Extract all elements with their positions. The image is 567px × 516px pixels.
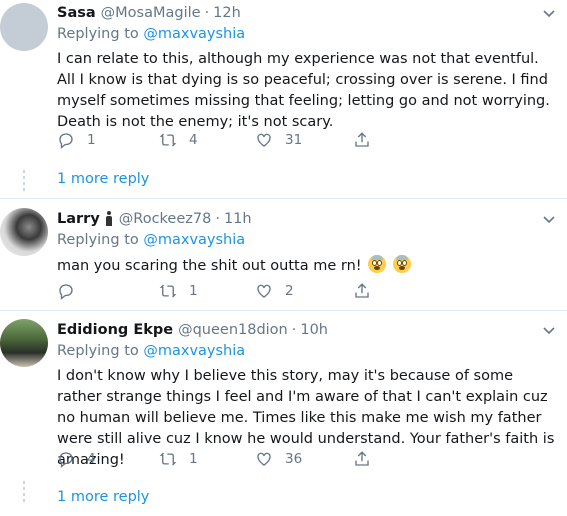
replying-to: Replying to @maxvayshia: [57, 343, 246, 359]
user-handle[interactable]: @Rockeez78: [119, 211, 212, 227]
tweet-edidiong[interactable]: Edidiong Ekpe @queen18dion · 10h Replyin…: [0, 316, 567, 516]
chevron-down-icon[interactable]: [541, 5, 557, 21]
reply-button[interactable]: 4: [57, 450, 96, 468]
tweet-sasa[interactable]: Sasa @MosaMagile · 12h Replying to @maxv…: [0, 0, 567, 205]
like-count: 36: [285, 451, 303, 467]
separator-dot: ·: [291, 322, 297, 338]
like-button[interactable]: 36: [255, 450, 302, 468]
timestamp[interactable]: 11h: [224, 211, 252, 227]
display-name[interactable]: Edidiong Ekpe: [57, 322, 173, 338]
share-button[interactable]: [353, 282, 371, 300]
share-icon: [355, 283, 369, 298]
reply-count: 4: [87, 451, 96, 467]
retweet-icon: [159, 452, 177, 466]
replying-to: Replying to @maxvayshia: [57, 232, 246, 248]
display-name[interactable]: Sasa: [57, 5, 96, 21]
mention-link[interactable]: @maxvayshia: [143, 232, 245, 248]
retweet-icon: [159, 133, 177, 147]
share-icon: [355, 132, 369, 147]
retweet-button[interactable]: 1: [159, 282, 198, 300]
avatar[interactable]: [0, 3, 48, 51]
user-handle[interactable]: @queen18dion: [178, 322, 288, 338]
separator-dot: ·: [215, 211, 220, 227]
thread-line: [22, 170, 26, 194]
tweet-text: man you scaring the shit out outta me rn…: [57, 255, 557, 277]
divider: [0, 310, 567, 311]
replying-to: Replying to @maxvayshia: [57, 26, 246, 42]
tweet-actions: 1 4 31: [57, 131, 377, 151]
reply-icon: [59, 284, 73, 300]
mention-link[interactable]: @maxvayshia: [143, 26, 245, 42]
share-button[interactable]: [353, 450, 371, 468]
user-handle[interactable]: @MosaMagile: [101, 5, 201, 21]
tweet-larry[interactable]: Larry @Rockeez78 · 11h Replying to @maxv…: [0, 205, 567, 305]
fearful-face-emoji-icon: [368, 255, 387, 273]
like-button[interactable]: 2: [255, 282, 294, 300]
display-name[interactable]: Larry: [57, 211, 100, 227]
timestamp[interactable]: 12h: [213, 5, 241, 21]
chevron-down-icon[interactable]: [541, 211, 557, 227]
reply-icon: [59, 133, 73, 149]
like-count: 2: [285, 283, 294, 299]
retweet-button[interactable]: 1: [159, 450, 198, 468]
share-button[interactable]: [353, 131, 371, 149]
divider: [0, 198, 567, 199]
like-button[interactable]: 31: [255, 131, 302, 149]
separator-dot: ·: [204, 5, 210, 21]
reply-button[interactable]: 1: [57, 131, 96, 149]
heart-icon: [257, 452, 271, 466]
heart-icon: [257, 284, 271, 298]
tweet-text: I can relate to this, although my experi…: [57, 51, 550, 130]
tweet-actions: 1 2: [57, 282, 377, 302]
retweet-count: 1: [189, 451, 198, 467]
timestamp[interactable]: 10h: [300, 322, 328, 338]
retweet-count: 1: [189, 283, 198, 299]
chevron-down-icon[interactable]: [541, 322, 557, 338]
heart-icon: [257, 133, 271, 147]
show-more-replies-link[interactable]: 1 more reply: [57, 489, 149, 505]
avatar[interactable]: [0, 319, 48, 367]
tweet-actions: 4 1 36: [57, 450, 377, 470]
like-count: 31: [285, 132, 303, 148]
share-icon: [355, 451, 369, 466]
show-more-replies-link[interactable]: 1 more reply: [57, 171, 149, 187]
thread-line: [22, 481, 26, 505]
reply-button[interactable]: [57, 282, 87, 300]
reply-icon: [59, 452, 73, 468]
retweet-icon: [159, 284, 177, 298]
retweet-button[interactable]: 4: [159, 131, 198, 149]
avatar[interactable]: [0, 208, 48, 256]
person-emoji-icon: [104, 211, 114, 227]
reply-count: 1: [87, 132, 96, 148]
mention-link[interactable]: @maxvayshia: [143, 343, 245, 359]
retweet-count: 4: [189, 132, 198, 148]
fearful-face-emoji-icon: [392, 255, 411, 273]
